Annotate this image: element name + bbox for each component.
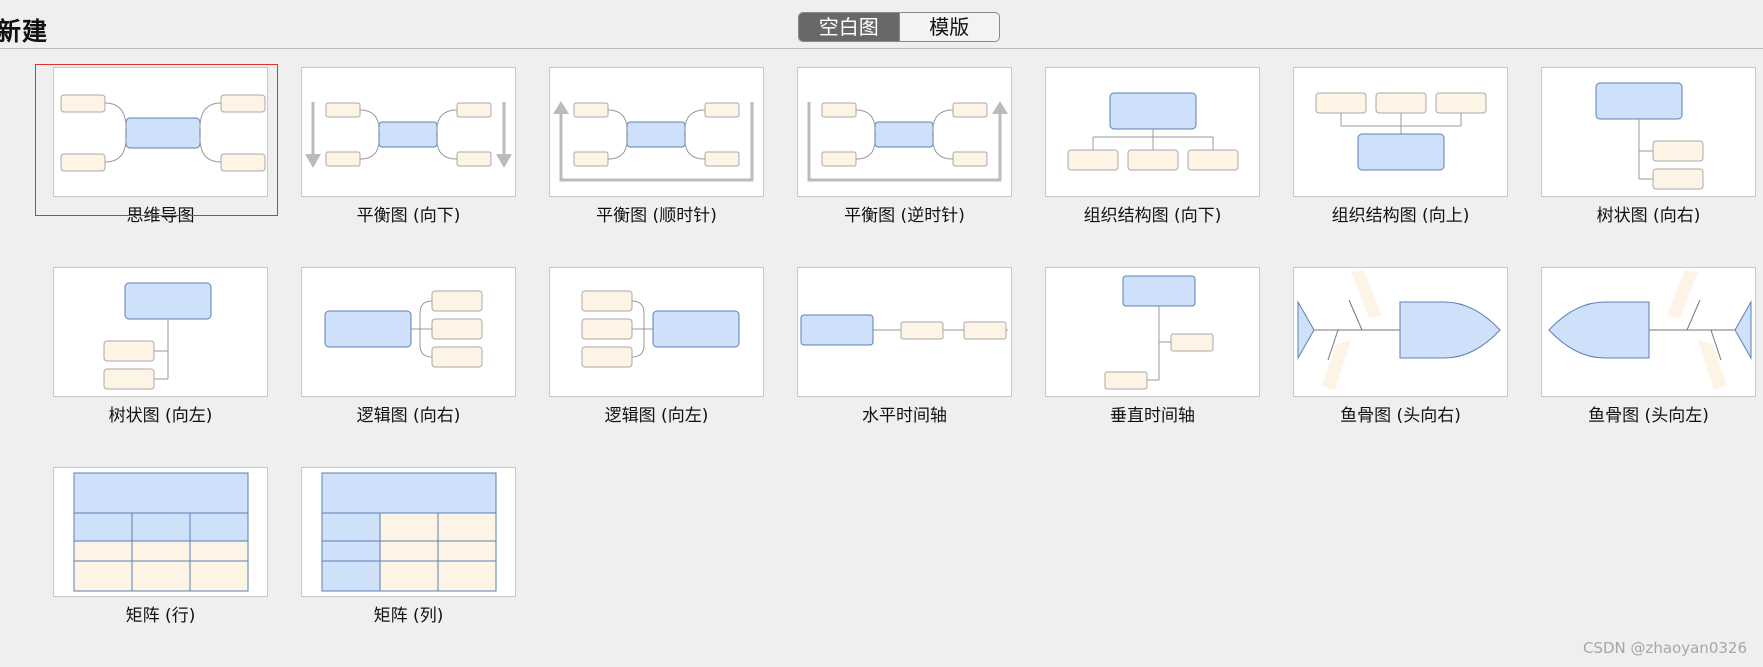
view-toggle[interactable]: 空白图 模版	[798, 12, 1000, 42]
template-label-fishbone-right: 鱼骨图 (头向右)	[1340, 406, 1461, 426]
tab-blank[interactable]: 空白图	[799, 13, 899, 41]
template-thumbnail-balance-counter[interactable]	[797, 67, 1012, 197]
template-label-org-down: 组织结构图 (向下)	[1083, 206, 1222, 226]
template-thumbnail-timeline-h[interactable]	[797, 267, 1012, 397]
template-thumbnail-matrix-col[interactable]	[301, 467, 516, 597]
template-thumbnail-logic-left[interactable]	[549, 267, 764, 397]
template-thumbnail-tree-left[interactable]	[53, 267, 268, 397]
template-label-fishbone-left: 鱼骨图 (头向左)	[1588, 406, 1709, 426]
template-thumbnail-mindmap[interactable]	[53, 67, 268, 197]
template-thumbnail-tree-right[interactable]	[1541, 67, 1756, 197]
template-thumbnail-org-down[interactable]	[1045, 67, 1260, 197]
template-label-balance-counter: 平衡图 (逆时针)	[844, 206, 965, 226]
template-label-matrix-row: 矩阵 (行)	[125, 606, 196, 626]
template-label-balance-down: 平衡图 (向下)	[356, 206, 461, 226]
template-label-tree-left: 树状图 (向左)	[108, 406, 213, 426]
template-label-tree-right: 树状图 (向右)	[1596, 206, 1701, 226]
template-thumbnail-org-up[interactable]	[1293, 67, 1508, 197]
template-label-balance-clockwise: 平衡图 (顺时针)	[596, 206, 717, 226]
watermark: CSDN @zhaoyan0326	[1582, 639, 1747, 657]
template-label-matrix-col: 矩阵 (列)	[373, 606, 444, 626]
template-thumbnail-balance-clockwise[interactable]	[549, 67, 764, 197]
template-thumbnail-timeline-v[interactable]	[1045, 267, 1260, 397]
template-thumbnail-fishbone-left[interactable]	[1541, 267, 1756, 397]
template-label-mindmap: 思维导图	[126, 206, 195, 226]
template-label-logic-right: 逻辑图 (向右)	[356, 406, 461, 426]
template-label-logic-left: 逻辑图 (向左)	[604, 406, 709, 426]
template-label-timeline-v: 垂直时间轴	[1110, 406, 1195, 426]
page-title: 新建	[0, 17, 49, 46]
template-thumbnail-matrix-row[interactable]	[53, 467, 268, 597]
template-label-org-up: 组织结构图 (向上)	[1331, 206, 1470, 226]
template-thumbnail-fishbone-right[interactable]	[1293, 267, 1508, 397]
template-thumbnail-logic-right[interactable]	[301, 267, 516, 397]
top-bar: 新建 空白图 模版	[0, 0, 1763, 49]
tab-template[interactable]: 模版	[898, 13, 1000, 41]
template-thumbnail-balance-down[interactable]	[301, 67, 516, 197]
template-label-timeline-h: 水平时间轴	[862, 406, 947, 426]
